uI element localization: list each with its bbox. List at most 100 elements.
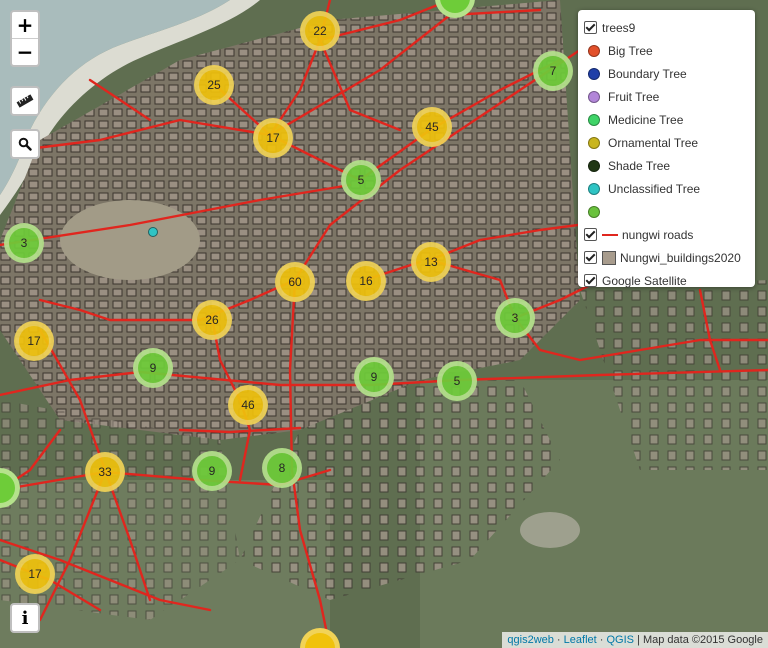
cluster-count: 9 <box>197 456 227 486</box>
marker-cluster[interactable]: 17 <box>15 554 55 594</box>
cluster-count: 7 <box>538 56 568 86</box>
layer-row-roads[interactable]: nungwi roads <box>584 223 749 246</box>
cluster-count: 17 <box>20 559 50 589</box>
ruler-icon[interactable] <box>12 88 38 114</box>
cluster-count: 3 <box>500 303 530 333</box>
attribution-link-qgis2web[interactable]: qgis2web <box>507 634 553 646</box>
legend-entry-label: Fruit Tree <box>608 89 660 104</box>
attribution-link-qgis[interactable]: QGIS <box>606 634 634 646</box>
legend-symbol-dot <box>588 44 600 57</box>
cluster-count: 33 <box>90 457 120 487</box>
legend-entries: Big Tree Boundary Tree Fruit Tree Medicine … <box>584 39 749 223</box>
zoom-control: + − <box>10 10 40 67</box>
cluster-count: 25 <box>199 70 229 100</box>
unclassified-tree-point <box>148 227 158 237</box>
search-control <box>10 129 40 159</box>
legend-symbol-dot <box>588 182 600 195</box>
marker-cluster[interactable]: 9 <box>354 357 394 397</box>
attribution-separator: | <box>633 634 643 646</box>
marker-cluster[interactable]: 17 <box>253 118 293 158</box>
legend-symbol-dot <box>588 136 600 149</box>
marker-cluster[interactable]: 25 <box>194 65 234 105</box>
marker-cluster[interactable]: 16 <box>346 261 386 301</box>
layer-checkbox-trees[interactable] <box>584 21 597 34</box>
cluster-count: 16 <box>351 266 381 296</box>
legend-entry: Medicine Tree <box>584 108 749 131</box>
legend-symbol-dot <box>588 113 600 126</box>
cluster-count: 45 <box>417 112 447 142</box>
marker-cluster[interactable]: 17 <box>14 321 54 361</box>
legend-symbol-dot <box>588 205 600 218</box>
marker-cluster[interactable]: 46 <box>228 385 268 425</box>
cluster-count: 3 <box>9 228 39 258</box>
attribution-mapdata: Map data ©2015 Google <box>642 634 763 646</box>
cluster-count <box>440 0 470 13</box>
cluster-count <box>305 633 335 648</box>
legend-entry-label: Big Tree <box>608 43 653 58</box>
cluster-count: 9 <box>138 353 168 383</box>
marker-cluster[interactable]: 5 <box>341 160 381 200</box>
legend-entry: Boundary Tree <box>584 62 749 85</box>
layer-row-satellite[interactable]: Google Satellite <box>584 269 749 292</box>
marker-cluster[interactable]: 3 <box>4 223 44 263</box>
layer-label-satellite: Google Satellite <box>602 273 687 288</box>
layer-checkbox-buildings[interactable] <box>584 251 597 264</box>
cluster-count: 26 <box>197 305 227 335</box>
layer-legend: trees9 Big Tree Boundary Tree Fruit Tree Me… <box>578 10 755 288</box>
legend-entry: Fruit Tree <box>584 85 749 108</box>
layer-label-trees: trees9 <box>602 20 636 35</box>
cluster-count: 17 <box>258 123 288 153</box>
legend-entry-label: Boundary Tree <box>608 66 687 81</box>
zoom-out-button[interactable]: − <box>12 39 38 65</box>
cluster-count: 9 <box>359 362 389 392</box>
legend-symbol-dot <box>588 67 600 80</box>
cluster-count <box>0 473 15 503</box>
legend-entry-label: Unclassified Tree <box>608 181 701 196</box>
marker-cluster[interactable]: 5 <box>437 361 477 401</box>
legend-entry-label: Medicine Tree <box>608 112 684 127</box>
cluster-count: 46 <box>233 390 263 420</box>
cluster-count: 8 <box>267 453 297 483</box>
marker-cluster[interactable]: 60 <box>275 262 315 302</box>
legend-entry <box>584 200 749 223</box>
measure-control <box>10 86 40 116</box>
marker-cluster[interactable]: 9 <box>133 348 173 388</box>
search-icon[interactable] <box>12 131 38 157</box>
info-control: i <box>10 603 40 633</box>
cluster-count: 22 <box>305 16 335 46</box>
marker-cluster[interactable]: 45 <box>412 107 452 147</box>
layer-row-trees[interactable]: trees9 <box>584 16 749 39</box>
marker-cluster[interactable]: 22 <box>300 11 340 51</box>
layer-checkbox-satellite[interactable] <box>584 274 597 287</box>
legend-entry: Shade Tree <box>584 154 749 177</box>
marker-cluster[interactable]: 33 <box>85 452 125 492</box>
cluster-count: 5 <box>346 165 376 195</box>
legend-symbol-dot <box>588 159 600 172</box>
legend-entry: Big Tree <box>584 39 749 62</box>
marker-cluster[interactable]: 7 <box>533 51 573 91</box>
building-polygon-symbol <box>602 250 616 265</box>
legend-entry: Unclassified Tree <box>584 177 749 200</box>
legend-symbol-dot <box>588 90 600 103</box>
marker-cluster[interactable]: 13 <box>411 242 451 282</box>
marker-cluster[interactable]: 26 <box>192 300 232 340</box>
cluster-count: 13 <box>416 247 446 277</box>
legend-entry-label: Ornamental Tree <box>608 135 699 150</box>
info-button[interactable]: i <box>12 605 38 631</box>
attribution: qgis2web · Leaflet · QGIS | Map data ©20… <box>502 632 768 648</box>
marker-cluster[interactable]: 8 <box>262 448 302 488</box>
layer-label-roads: nungwi roads <box>622 227 694 242</box>
marker-cluster[interactable]: 9 <box>192 451 232 491</box>
cluster-count: 17 <box>19 326 49 356</box>
legend-entry: Ornamental Tree <box>584 131 749 154</box>
layer-checkbox-roads[interactable] <box>584 228 597 241</box>
attribution-separator: · <box>553 634 564 646</box>
map-canvas[interactable]: 22 25 17 45 7 5 3 60 16 13 26 17 3 9 9 5 46 33 9 8 17 + − <box>0 0 768 648</box>
attribution-separator: · <box>596 634 607 646</box>
marker-cluster[interactable]: 3 <box>495 298 535 338</box>
layer-row-buildings[interactable]: Nungwi_buildings2020 <box>584 246 749 269</box>
cluster-count: 60 <box>280 267 310 297</box>
layer-label-buildings: Nungwi_buildings2020 <box>620 250 741 265</box>
zoom-in-button[interactable]: + <box>12 12 38 38</box>
attribution-link-leaflet[interactable]: Leaflet <box>564 634 597 646</box>
